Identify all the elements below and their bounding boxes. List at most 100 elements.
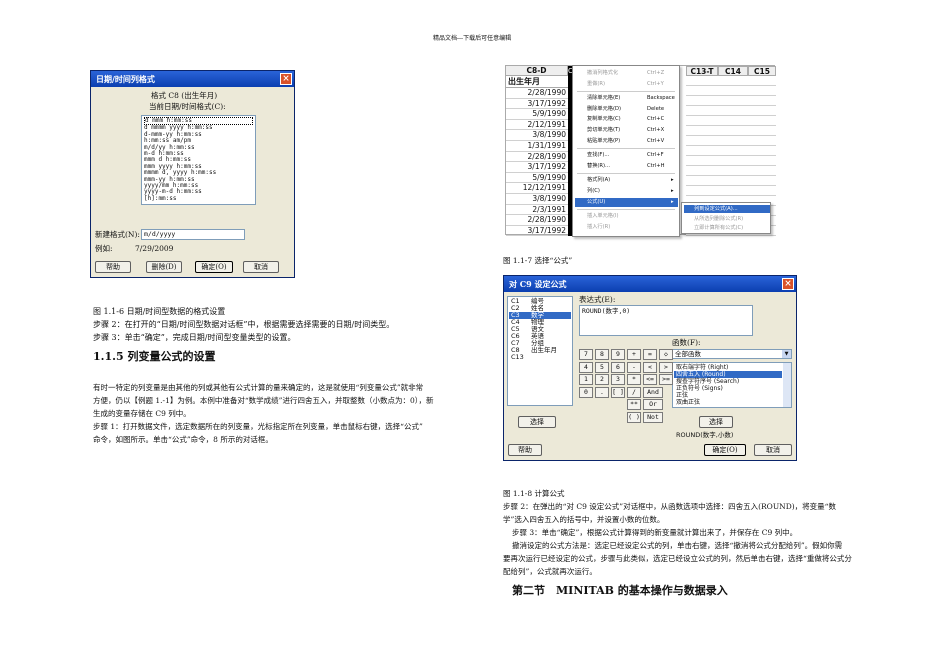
date-cell[interactable]: 2/12/1991 — [506, 120, 568, 131]
context-menu-item[interactable]: 列(C) ▸ — [575, 187, 678, 196]
column-header-c13[interactable]: C13-T — [686, 66, 718, 76]
function-list[interactable]: 取右端字符 (Right) 四舍五入 (Round) 搜查字符序号 (Search)… — [672, 362, 792, 408]
keypad-button[interactable]: = — [643, 349, 657, 360]
new-format-input[interactable]: m/d/yyyy — [141, 229, 245, 240]
function-list-item[interactable]: 正弦 — [674, 392, 782, 399]
date-cell[interactable]: 3/17/1992 — [506, 226, 568, 237]
select-button-right[interactable]: 选择 — [699, 416, 733, 428]
column-header-c15[interactable]: C15 — [748, 66, 776, 76]
keypad-button[interactable]: 0 — [579, 386, 593, 398]
function-list-item[interactable]: 四舍五入 (Round) — [674, 371, 782, 378]
keypad-button[interactable]: <= — [643, 374, 657, 385]
date-cell[interactable]: 12/12/1991 — [506, 183, 568, 194]
menu-item-shortcut: Ctrl+C — [647, 116, 665, 123]
keypad-button[interactable]: + — [627, 349, 641, 360]
delete-button[interactable]: 删除(D) — [146, 261, 182, 273]
context-menu-item[interactable]: 公式(U) ▸ — [575, 197, 678, 207]
keypad-button[interactable]: > — [659, 361, 673, 373]
close-icon[interactable]: × — [782, 278, 794, 290]
keypad-button[interactable]: * — [627, 374, 641, 385]
function-list-item[interactable]: 搜查字符序号 (Search) — [674, 378, 782, 385]
keypad-button[interactable]: < — [643, 361, 657, 373]
context-menu-item[interactable]: 删除单元格(D) Delete — [575, 105, 678, 114]
submenu-item[interactable]: 列到设定公式(A)... — [684, 205, 770, 213]
function-list-item[interactable]: 取右端字符 (Right) — [674, 364, 782, 371]
context-menu-item[interactable]: 撤消列格式化 Ctrl+Z — [575, 69, 678, 78]
ok-button[interactable]: 确定(O) — [704, 444, 746, 456]
column-header-c14[interactable]: C14 — [718, 66, 748, 76]
current-format-label: 当前日期/时间格式(C): — [149, 102, 226, 111]
keypad-button[interactable]: 8 — [595, 349, 609, 360]
column-list[interactable]: C1 编号 C2 姓名 C3 数学 C4 物理 C5 语文 C6 英语 C7 分组 C8 出生年月 C13 — [507, 296, 573, 406]
para-line: 步骤 1：打开数据文件，选定数据所在的列变量，光标指定所在列变量，单击鼠标右键，… — [93, 422, 423, 431]
scrollbar[interactable] — [783, 363, 791, 407]
submenu-item[interactable]: 从所选列删除公式(R) — [684, 215, 770, 223]
ok-button[interactable]: 确定(O) — [195, 261, 233, 273]
cancel-button[interactable]: 取消 — [243, 261, 279, 273]
context-menu-item[interactable]: 粘贴单元格(P) Ctrl+V — [575, 137, 678, 146]
date-cell[interactable]: 3/17/1992 — [506, 162, 568, 173]
menu-item-shortcut: Ctrl+H — [647, 162, 665, 169]
context-menu-item[interactable]: 替换(R)... Ctrl+H — [575, 162, 678, 171]
keypad-button[interactable]: And — [643, 386, 663, 398]
keypad-button[interactable]: 6 — [611, 361, 625, 373]
date-cell[interactable]: 2/28/1990 — [506, 152, 568, 163]
keypad-button[interactable]: 5 — [595, 361, 609, 373]
keypad-button[interactable]: - — [627, 361, 641, 373]
select-button-left[interactable]: 选择 — [518, 416, 556, 428]
keypad-button[interactable]: ◇ — [659, 349, 673, 360]
submenu-item[interactable]: 立即计算所有公式(C) — [684, 224, 770, 232]
function-list-item[interactable]: 正负符号 (Signs) — [674, 385, 782, 392]
keypad-button[interactable]: Not — [643, 411, 663, 423]
date-cell[interactable]: 2/3/1991 — [506, 205, 568, 216]
expression-label: 表达式(E): — [579, 295, 616, 304]
close-icon[interactable]: × — [280, 73, 292, 85]
keypad-button[interactable]: Or — [643, 399, 663, 410]
keypad-button[interactable]: >= — [659, 374, 673, 385]
format-option[interactable]: [h]:mm:ss — [144, 195, 253, 202]
context-menu-item[interactable]: 重做(R) Ctrl+Y — [575, 80, 678, 89]
date-cell[interactable]: 5/9/1990 — [506, 109, 568, 120]
function-category-select[interactable]: 全部函数 ▼ — [672, 349, 792, 359]
date-cell[interactable]: 2/28/1990 — [506, 215, 568, 226]
date-cell[interactable]: 1/31/1991 — [506, 141, 568, 152]
chevron-down-icon[interactable]: ▼ — [782, 350, 791, 358]
keypad-button[interactable]: 2 — [595, 374, 609, 385]
dialog-title: 对 C9 设定公式 — [504, 276, 796, 292]
help-button[interactable]: 帮助 — [508, 444, 542, 456]
column-header-c8[interactable]: C8-D — [506, 66, 568, 76]
keypad-button[interactable]: [ ] — [611, 386, 625, 398]
keypad-button[interactable]: ( ) — [627, 411, 641, 423]
help-button[interactable]: 帮助 — [95, 261, 131, 273]
function-list-item[interactable]: 双曲正弦 — [674, 399, 782, 406]
context-menu-item[interactable]: 插入行(R) — [575, 223, 678, 232]
keypad-button[interactable]: ** — [627, 399, 641, 410]
context-menu-item[interactable]: 复制单元格(C) Ctrl+C — [575, 115, 678, 124]
para-line: 步骤 2：在弹出的“对 C9 设定公式”对话框中，从函数选项中选择：四舍五入(R… — [503, 502, 836, 511]
expression-input[interactable]: ROUND(数字,0) — [579, 305, 753, 336]
keypad-button[interactable]: 7 — [579, 349, 593, 360]
date-cell[interactable]: 3/8/1990 — [506, 130, 568, 141]
column-name-cell[interactable]: 出生年月 — [506, 76, 568, 88]
keypad-button[interactable]: 9 — [611, 349, 625, 360]
column-list-item[interactable]: C13 — [509, 354, 571, 361]
date-cell[interactable]: 5/9/1990 — [506, 173, 568, 184]
context-menu-item[interactable]: 格式列(A) ▸ — [575, 176, 678, 185]
section-heading-2: 第二节 MINITAB 的基本操作与数据录入 — [512, 584, 728, 597]
date-cell[interactable]: 3/8/1990 — [506, 194, 568, 205]
keypad-button[interactable]: / — [627, 386, 641, 398]
cancel-button[interactable]: 取消 — [754, 444, 792, 456]
context-menu-item[interactable]: 查找(F)... Ctrl+F — [575, 151, 678, 160]
context-menu-item[interactable]: 插入单元格(I) — [575, 212, 678, 221]
format-list[interactable]: d mmm h:mm:ss d mmmm yyyy h:mm:ss d-mmm-yy… — [141, 115, 256, 205]
date-cell[interactable]: 2/28/1990 — [506, 88, 568, 99]
date-cell[interactable]: 3/17/1992 — [506, 99, 568, 110]
function-category-value: 全部函数 — [675, 350, 701, 358]
keypad-button[interactable]: 4 — [579, 361, 593, 373]
context-menu-item[interactable]: 剪切单元格(T) Ctrl+X — [575, 126, 678, 135]
keypad-button[interactable]: 1 — [579, 374, 593, 385]
keypad-button[interactable]: . — [595, 386, 609, 398]
menu-item-label: 公式(U) — [587, 198, 606, 205]
context-menu-item[interactable]: 清除单元格(E) Backspace — [575, 94, 678, 103]
keypad-button[interactable]: 3 — [611, 374, 625, 385]
